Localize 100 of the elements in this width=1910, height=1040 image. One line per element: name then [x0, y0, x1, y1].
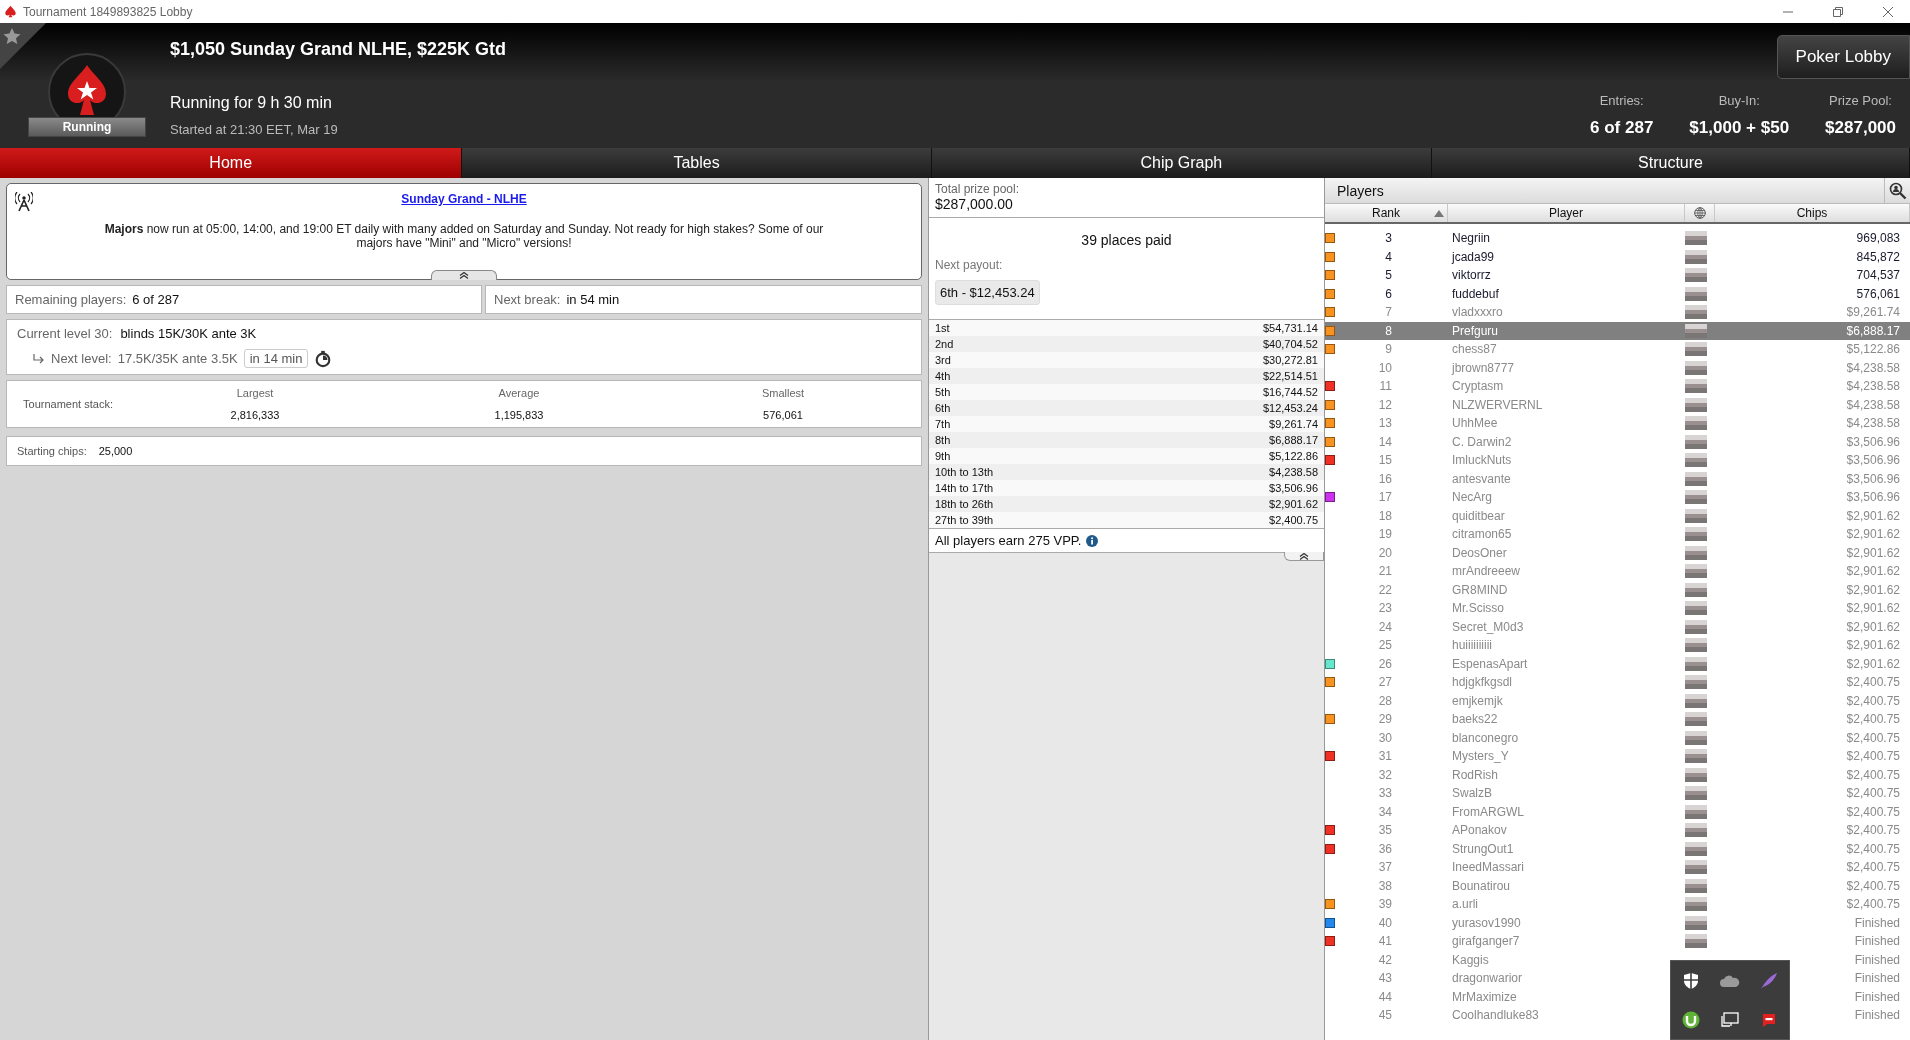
player-row[interactable]: 33 SwalzB $2,400.75	[1325, 784, 1910, 803]
payout-place: 9th	[935, 450, 951, 462]
collapse-chevron-icon	[459, 272, 469, 279]
player-name: Kaggis	[1451, 952, 1490, 967]
player-row[interactable]: 20 DeosOner $2,901.62	[1325, 543, 1910, 562]
player-row[interactable]: 30 blanconegro $2,400.75	[1325, 728, 1910, 747]
player-row[interactable]: 18 quiditbear $2,901.62	[1325, 506, 1910, 525]
rank-cell: 38	[1378, 878, 1392, 893]
flag-icon	[1685, 619, 1707, 634]
player-row[interactable]: 11 Cryptasm $4,238.58	[1325, 377, 1910, 396]
player-row[interactable]: 23 Mr.Scisso $2,901.62	[1325, 599, 1910, 618]
player-name: chess87	[1451, 342, 1498, 357]
stack-value: 576,061	[763, 409, 803, 421]
chips-cell-text: $3,506.96	[1845, 471, 1900, 486]
chips-column-header[interactable]: Chips	[1715, 204, 1910, 222]
prize-pool-label: Total prize pool:	[935, 182, 1021, 196]
player-row[interactable]: 36 StrungOut1 $2,400.75	[1325, 839, 1910, 858]
payout-place: 4th	[935, 370, 951, 382]
player-row[interactable]: 12 NLZWERVERNL $4,238.58	[1325, 395, 1910, 414]
player-row[interactable]: 39 a.urli $2,400.75	[1325, 895, 1910, 914]
next-break-label: Next break:	[494, 292, 561, 307]
player-row[interactable]: 19 citramon65 $2,901.62	[1325, 525, 1910, 544]
player-row[interactable]: 27 hdjgkfkgsdl $2,400.75	[1325, 673, 1910, 692]
tab[interactable]: Structure	[1432, 148, 1910, 178]
flag-icon	[1685, 823, 1707, 838]
player-row[interactable]: 21 mrAndreeew $2,901.62	[1325, 562, 1910, 581]
rank-cell: 39	[1378, 897, 1392, 912]
flag-icon	[1685, 231, 1707, 246]
rank-cell: 32	[1378, 767, 1392, 782]
chips-cell-text: $3,506.96	[1845, 434, 1900, 449]
info-icon[interactable]	[1086, 534, 1099, 547]
player-name: girafganger7	[1451, 934, 1521, 949]
rank-cell: 29	[1378, 712, 1392, 727]
player-row[interactable]: 25 huiiiiiiiiii $2,901.62	[1325, 636, 1910, 655]
player-name: blanconegro	[1451, 730, 1520, 745]
player-row[interactable]: 4 jcada99 845,872	[1325, 247, 1910, 266]
chips-cell-text: $2,400.75	[1845, 860, 1900, 875]
player-row[interactable]: 34 FromARGWL $2,400.75	[1325, 802, 1910, 821]
chips-cell-text: $2,400.75	[1845, 675, 1900, 690]
tab[interactable]: Tables	[462, 148, 932, 178]
flag-icon	[1685, 508, 1707, 523]
player-row[interactable]: 14 C. Darwin2 $3,506.96	[1325, 432, 1910, 451]
spade-logo-icon	[4, 5, 17, 18]
player-row[interactable]: 43 dragonwarior Finished	[1325, 969, 1910, 988]
player-row[interactable]: 6 fuddebuf 576,061	[1325, 284, 1910, 303]
player-row[interactable]: 9 chess87 $5,122.86	[1325, 340, 1910, 359]
rank-cell: 40	[1378, 915, 1392, 930]
player-name: Coolhandluke83	[1451, 1008, 1540, 1023]
payout-amount: $30,272.81	[1262, 354, 1318, 366]
player-row[interactable]: 17 NecArg $3,506.96	[1325, 488, 1910, 507]
rank-cell: 13	[1378, 416, 1392, 431]
tab[interactable]: Chip Graph	[931, 148, 1432, 178]
player-column-header[interactable]: Player	[1448, 204, 1685, 222]
player-row[interactable]: 22 GR8MIND $2,901.62	[1325, 580, 1910, 599]
player-row[interactable]: 35 APonakov $2,400.75	[1325, 821, 1910, 840]
rank-column-header[interactable]: Rank	[1325, 204, 1448, 222]
stack-column-header: Smallest	[761, 387, 805, 399]
rank-cell: 15	[1378, 453, 1392, 468]
player-row[interactable]: 15 ImluckNuts $3,506.96	[1325, 451, 1910, 470]
player-name: UhhMee	[1451, 416, 1499, 431]
player-row[interactable]: 16 antesvante $3,506.96	[1325, 469, 1910, 488]
player-row[interactable]: 45 Coolhandluke83 Finished	[1325, 1006, 1910, 1025]
tab[interactable]: Home	[0, 148, 463, 178]
start-time: Started at 21:30 EET, Mar 19	[170, 122, 338, 137]
flag-icon	[1685, 656, 1707, 671]
chips-cell-text: Finished	[1853, 989, 1900, 1004]
player-row[interactable]: 3 Negriin 969,083	[1325, 229, 1910, 248]
player-row[interactable]: 5 viktorrz 704,537	[1325, 266, 1910, 285]
country-column-header[interactable]	[1685, 204, 1715, 222]
player-row[interactable]: 26 EspenasApart $2,901.62	[1325, 654, 1910, 673]
player-row[interactable]: 28 emjkemjk $2,400.75	[1325, 691, 1910, 710]
news-title-link[interactable]: Sunday Grand - NLHE	[401, 192, 527, 206]
player-row[interactable]: 40 yurasov1990 Finished	[1325, 913, 1910, 932]
return-arrow-icon	[33, 353, 45, 364]
player-name: jbrown8777	[1450, 360, 1516, 375]
collapse-handle[interactable]	[1284, 552, 1324, 561]
payout-place: 14th to 17th	[935, 482, 994, 494]
player-name: fuddebuf	[1451, 286, 1500, 301]
favorite-star-icon[interactable]	[0, 23, 46, 69]
player-row[interactable]: 32 RodRish $2,400.75	[1325, 765, 1910, 784]
player-row[interactable]: 44 MrMaximize Finished	[1325, 987, 1910, 1006]
player-row[interactable]: 37 IneedMassari $2,400.75	[1325, 858, 1910, 877]
chips-cell-text: 576,061	[1855, 286, 1900, 301]
player-row[interactable]: 13 UhhMee $4,238.58	[1325, 414, 1910, 433]
poker-lobby-button[interactable]: Poker Lobby	[1776, 35, 1910, 79]
player-row[interactable]: 24 Secret_M0d3 $2,901.62	[1325, 617, 1910, 636]
player-row[interactable]: 31 Mysters_Y $2,400.75	[1325, 747, 1910, 766]
player-row[interactable]: 29 baeks22 $2,400.75	[1325, 710, 1910, 729]
next-break-value: in 54 min	[566, 292, 620, 307]
player-row[interactable]: 41 girafganger7 Finished	[1325, 932, 1910, 951]
player-row[interactable]: 7 vladxxxro $9,261.74	[1325, 303, 1910, 322]
player-row[interactable]: 42 Kaggis Finished	[1325, 950, 1910, 969]
player-row[interactable]: 10 jbrown8777 $4,238.58	[1325, 358, 1910, 377]
next-level-value: 17.5K/35K ante 3.5K	[117, 351, 238, 366]
flag-icon	[1685, 897, 1707, 912]
player-row[interactable]: 8 Prefguru $6,888.17	[1325, 321, 1910, 340]
player-row[interactable]: 38 Bounatirou $2,400.75	[1325, 876, 1910, 895]
stack-label: Tournament stack:	[22, 398, 114, 410]
player-name: FromARGWL	[1451, 804, 1525, 819]
collapse-handle[interactable]	[431, 270, 497, 280]
